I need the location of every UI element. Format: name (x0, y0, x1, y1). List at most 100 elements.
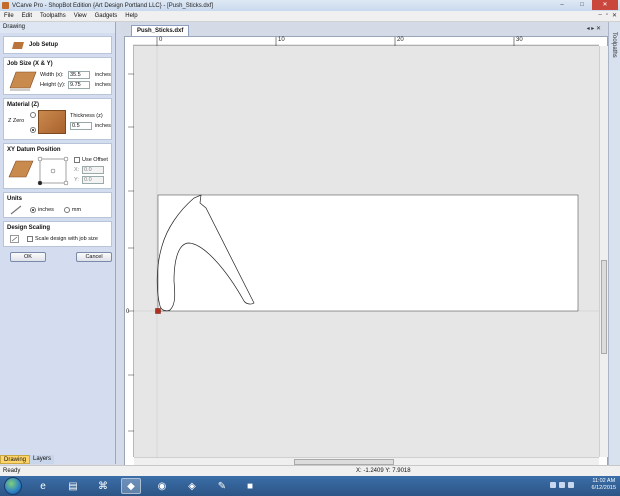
vertical-ruler: 0 (125, 46, 134, 457)
use-offset-label: Use Offset (82, 157, 108, 163)
material-group: Material (Z) Z Zero Thickness (z) 0.5 in… (3, 98, 112, 140)
ruler-label-30: 30 (516, 37, 523, 43)
zzero-top-radio[interactable] (30, 112, 36, 118)
status-ready: Ready (3, 468, 21, 474)
window-title: VCarve Pro - ShopBot Edition {Art Design… (12, 2, 214, 9)
maximize-button[interactable]: □ (572, 0, 592, 10)
xy-datum-material-icon (8, 160, 34, 178)
units-inches-radio[interactable] (30, 207, 36, 213)
ruler-label-0: 0 (159, 37, 163, 43)
origin-marker-icon (155, 308, 161, 314)
design-scaling-title: Design Scaling (7, 225, 51, 231)
units-mm-radio[interactable] (63, 207, 70, 213)
scale-design-checkbox[interactable] (27, 236, 33, 242)
window-controls: – □ ✕ (552, 0, 618, 10)
vertical-ruler-ticks (128, 73, 134, 432)
toolpaths-side-tab[interactable]: Toolpaths (608, 22, 620, 465)
ruler-icon (10, 205, 22, 215)
cursor-coordinates: X: -1.2409 Y: 7.9018 (356, 468, 411, 474)
windows-taskbar: e ▤ ⌘ ◆ ◉ ◈ ✎ ■ 11:02 AM 6/12/2015 (0, 476, 620, 496)
clock-time: 11:02 AM (592, 478, 616, 484)
datum-position-selector[interactable] (36, 155, 72, 187)
xy-datum-title: XY Datum Position (7, 147, 61, 153)
menu-bar: File Edit Toolpaths View Gadgets Help (0, 11, 620, 22)
drawing-panel: Drawing Job Setup Job Size (X & Y) Width… (0, 22, 116, 464)
thickness-unit: inches (95, 123, 111, 129)
menu-gadgets[interactable]: Gadgets (91, 13, 122, 19)
job-setup-icon (12, 41, 24, 49)
thickness-label: Thickness (z) (70, 113, 103, 119)
internet-explorer-icon[interactable]: e (33, 478, 53, 494)
pdf-reader-icon[interactable]: ⌘ (93, 478, 113, 494)
drawing-canvas-frame: 0 10 20 30 0 (124, 36, 608, 466)
drawing-workspace[interactable] (134, 46, 599, 457)
system-clock[interactable]: 11:02 AM 6/12/2015 (592, 478, 616, 492)
horizontal-ruler-ticks (133, 37, 599, 46)
menu-toolpaths[interactable]: Toolpaths (36, 13, 70, 19)
horizontal-ruler: 0 10 20 30 (133, 37, 599, 46)
thickness-input[interactable]: 0.5 (70, 122, 92, 130)
start-button-icon[interactable] (4, 477, 22, 495)
offset-y-label: Y: (74, 177, 79, 183)
vcarve-taskbar-icon[interactable]: ◆ (121, 478, 141, 494)
material-block-icon (38, 110, 66, 134)
ruler-label-y0: 0 (126, 309, 130, 315)
panel-tabs: Drawing Layers (0, 455, 55, 464)
job-setup-label: Job Setup (29, 42, 59, 48)
app-icon[interactable]: ◈ (182, 478, 202, 494)
zzero-label: Z Zero (8, 118, 25, 124)
photoshop-icon[interactable]: ■ (240, 478, 260, 494)
offset-x-label: X: (74, 167, 80, 173)
height-unit: inches (95, 82, 111, 88)
ok-button[interactable]: OK (10, 252, 46, 262)
vertical-scrollbar[interactable] (599, 46, 608, 457)
toolpaths-tab-label: Toolpaths (611, 32, 617, 58)
use-offset-checkbox[interactable] (74, 157, 80, 163)
mdi-minimize-button[interactable]: – (598, 12, 601, 19)
material-title: Material (Z) (7, 102, 40, 108)
ruler-label-20: 20 (397, 37, 404, 43)
menu-edit[interactable]: Edit (18, 13, 36, 19)
mdi-controls: – ▫ ✕ (598, 12, 617, 19)
job-size-title: Job Size (X & Y) (7, 61, 53, 67)
zzero-bottom-radio[interactable] (30, 127, 36, 133)
tool-app-icon[interactable]: ✎ (212, 478, 232, 494)
tab-push-sticks[interactable]: Push_Sticks.dxf (131, 25, 190, 36)
width-label: Width (x): (40, 72, 64, 78)
minimize-button[interactable]: – (552, 0, 572, 10)
tab-drawing[interactable]: Drawing (0, 455, 31, 464)
vertical-scroll-thumb[interactable] (601, 260, 607, 354)
width-input[interactable]: 35.5 (68, 71, 90, 79)
close-button[interactable]: ✕ (592, 0, 618, 10)
tray-network-icon[interactable] (550, 482, 556, 488)
material-sheet (157, 194, 579, 312)
mdi-close-button[interactable]: ✕ (612, 12, 617, 19)
push-stick-drawing[interactable] (134, 46, 599, 457)
status-bar: Ready X: -1.2409 Y: 7.9018 (0, 465, 620, 476)
cancel-button[interactable]: Cancel (76, 252, 112, 262)
job-size-group: Job Size (X & Y) Width (x): 35.5 inches … (3, 57, 112, 95)
menu-help[interactable]: Help (121, 13, 141, 19)
offset-y-input[interactable]: 0.0 (82, 176, 104, 184)
file-explorer-icon[interactable]: ▤ (63, 478, 83, 494)
units-group: Units inches mm (3, 192, 112, 218)
mdi-restore-button[interactable]: ▫ (606, 12, 608, 19)
menu-view[interactable]: View (70, 13, 91, 19)
system-tray-icons (550, 482, 574, 488)
chrome-icon[interactable]: ◉ (152, 478, 172, 494)
tray-volume-icon[interactable] (559, 482, 565, 488)
scale-icon (10, 235, 19, 243)
offset-x-input[interactable]: 0.0 (82, 166, 104, 174)
clock-date: 6/12/2015 (591, 485, 616, 491)
height-input[interactable]: 9.75 (68, 81, 90, 89)
width-unit: inches (95, 72, 111, 78)
units-inches-label: inches (38, 207, 54, 213)
tab-layers[interactable]: Layers (30, 455, 55, 464)
panel-header: Drawing (0, 22, 115, 33)
menu-file[interactable]: File (0, 13, 18, 19)
vcarve-app-icon (2, 2, 9, 9)
job-setup-header: Job Setup (3, 36, 112, 54)
document-nav-arrows[interactable]: ◂ ▸ ✕ (587, 25, 601, 32)
xy-datum-group: XY Datum Position Use Offset X: 0.0 Y: 0.0 (3, 143, 112, 189)
tray-flag-icon[interactable] (568, 482, 574, 488)
